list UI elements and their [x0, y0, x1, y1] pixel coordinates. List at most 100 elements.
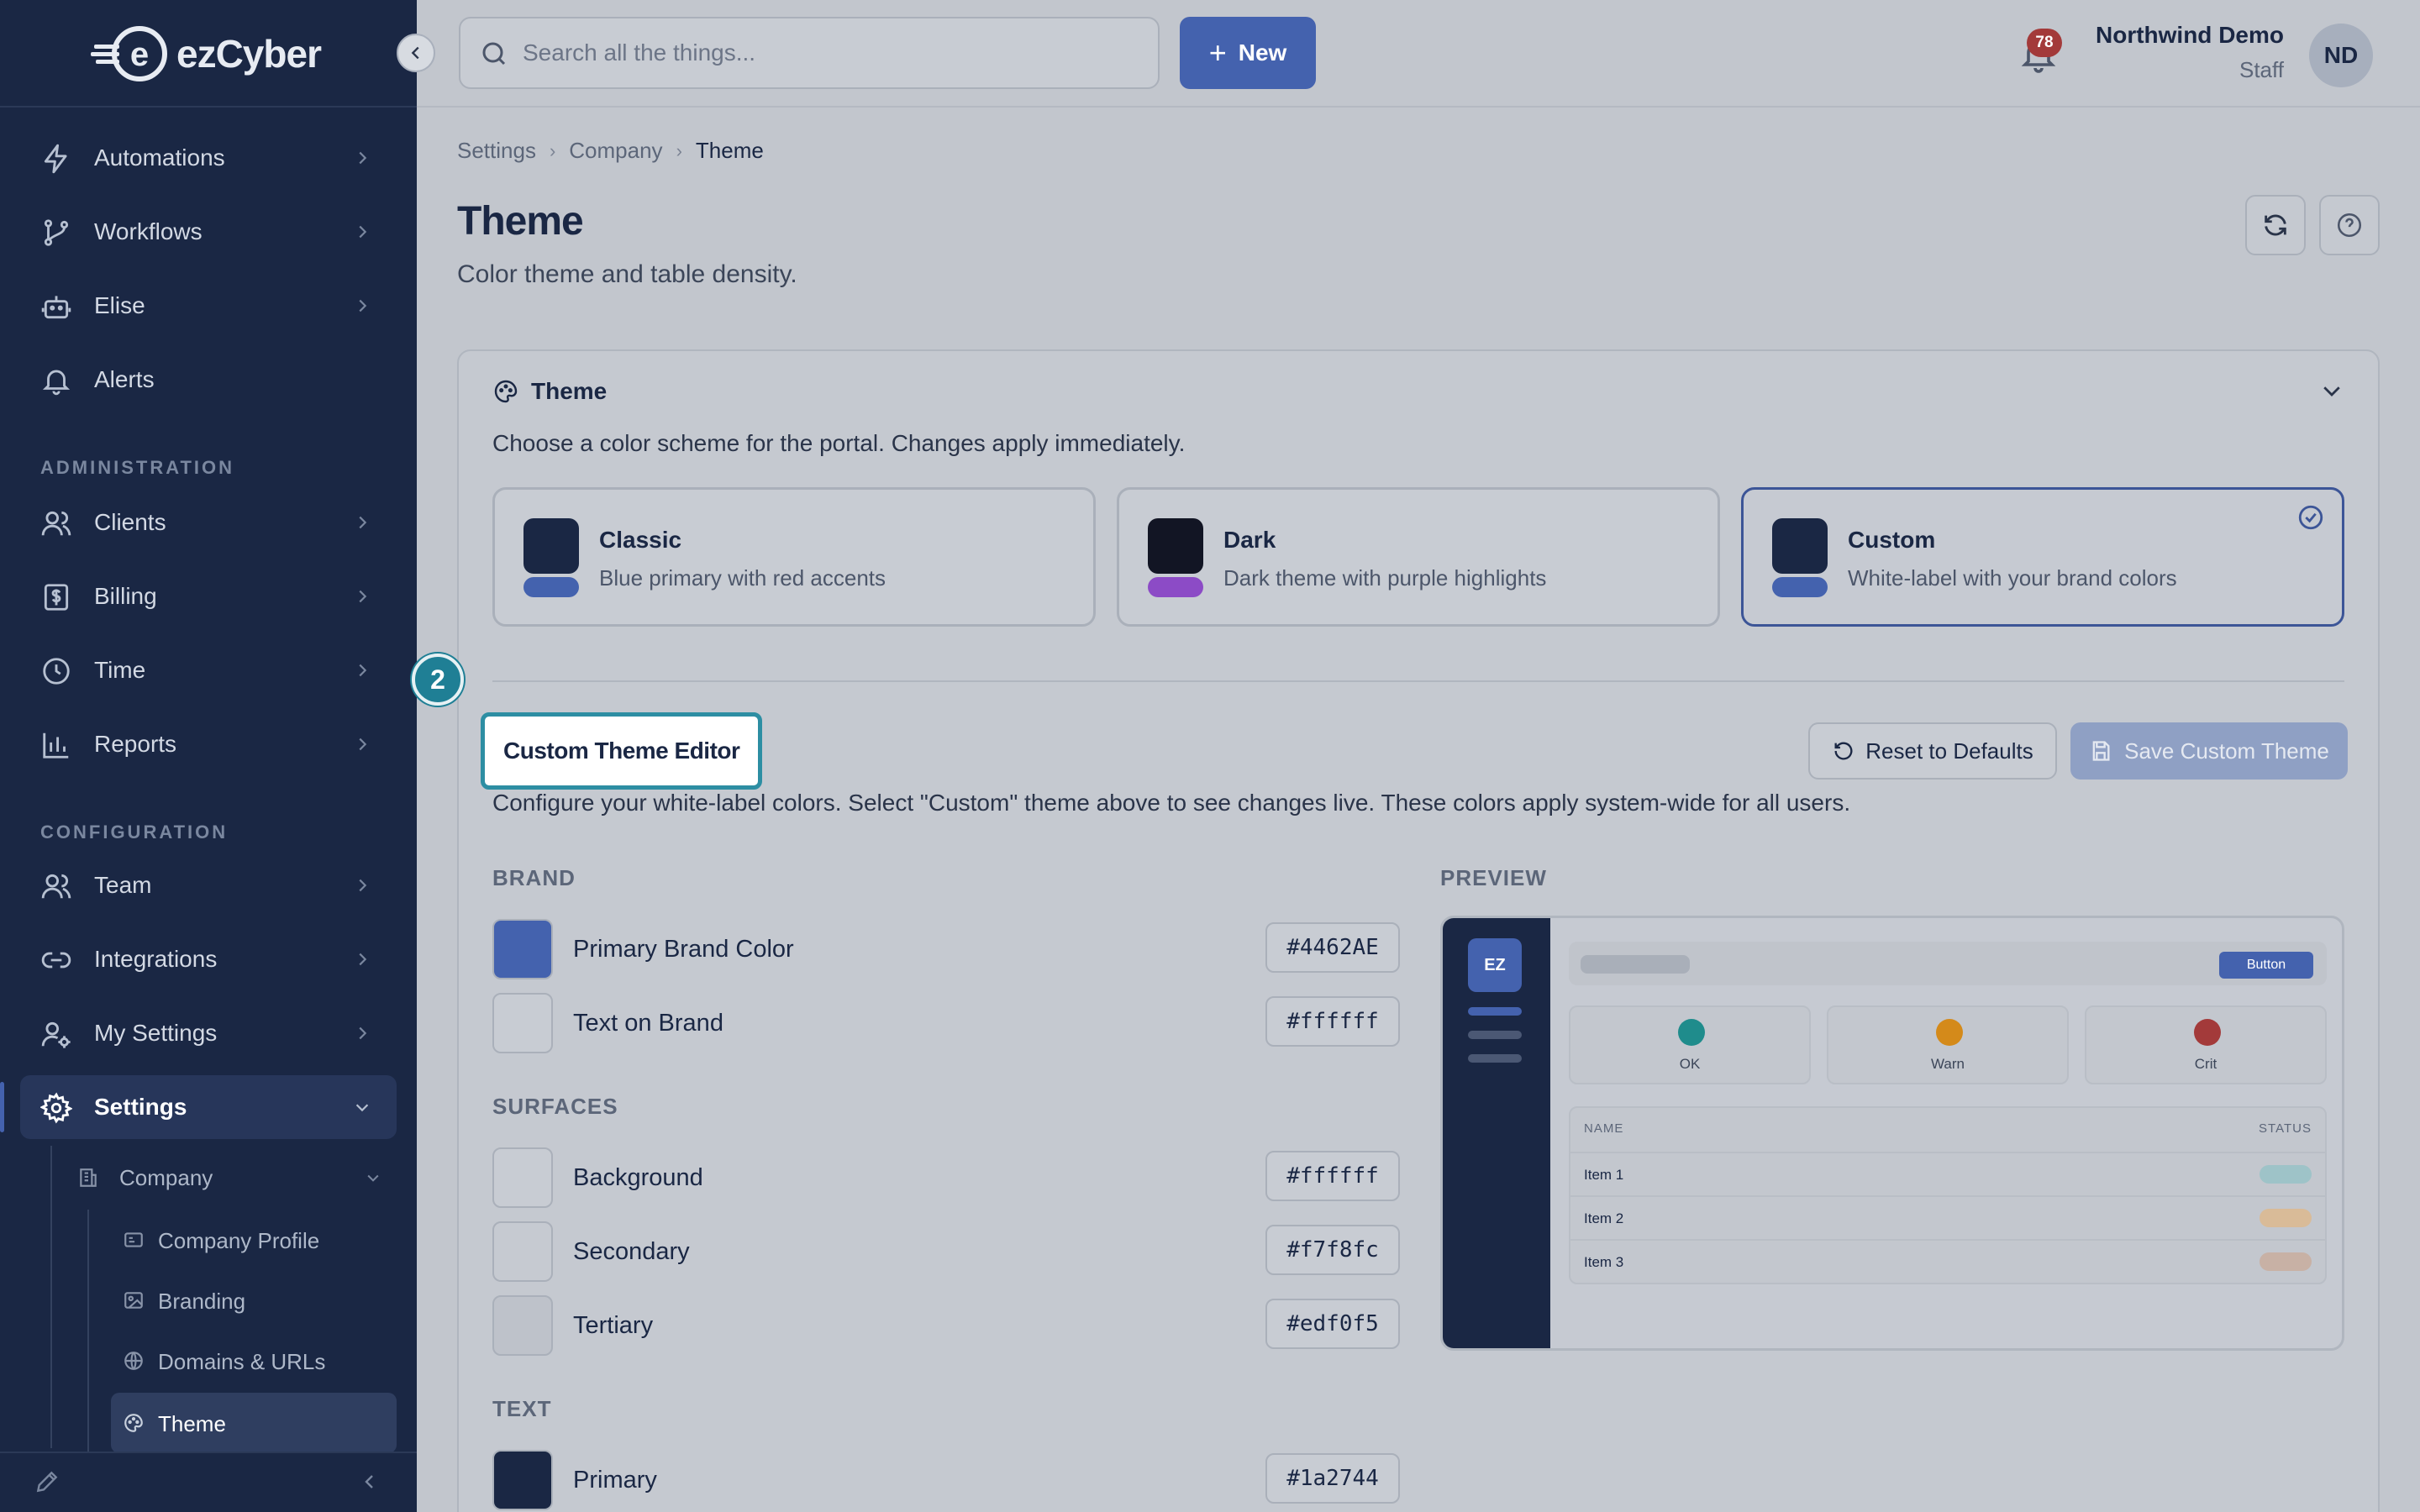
color-hex-input[interactable]: #edf0f5	[1265, 1299, 1400, 1349]
card-divider	[492, 680, 2344, 682]
chevron-right-icon	[359, 590, 367, 603]
color-row-background: Background #ffffff	[492, 1146, 1400, 1210]
search-input[interactable]	[523, 18, 1144, 87]
breadcrumb: Settings › Company › Theme	[457, 138, 764, 164]
color-swatch[interactable]	[492, 1295, 553, 1356]
color-swatch[interactable]	[492, 1147, 553, 1208]
theme-settings-card: Theme Choose a color scheme for the port…	[457, 349, 2380, 1512]
preview-row-name: Item 1	[1584, 1167, 1624, 1183]
bell-icon	[42, 370, 71, 396]
search-box[interactable]	[459, 17, 1160, 89]
sidebar-item-elise[interactable]: Elise	[20, 274, 397, 338]
pencil-icon[interactable]	[34, 1468, 60, 1495]
sidebar-item-label: Settings	[94, 1094, 187, 1120]
user-gear-icon	[41, 1021, 71, 1048]
color-swatch[interactable]	[492, 1450, 553, 1510]
reset-to-defaults-button[interactable]: Reset to Defaults	[1808, 722, 2057, 780]
color-hex-input[interactable]: #ffffff	[1265, 996, 1400, 1047]
save-custom-theme-button[interactable]: Save Custom Theme	[2070, 722, 2348, 780]
table-row: Item 2	[1570, 1195, 2325, 1239]
sidebar-item-my-settings[interactable]: My Settings	[20, 1001, 397, 1065]
preview-nav-line	[1468, 1054, 1522, 1063]
color-swatch[interactable]	[492, 919, 553, 979]
palette-icon	[124, 1414, 143, 1432]
color-hex-input[interactable]: #ffffff	[1265, 1151, 1400, 1201]
sidebar-subitem-company[interactable]: Company	[60, 1152, 397, 1203]
color-swatch[interactable]	[492, 993, 553, 1053]
sidebar: e ezCyber Automations Workflows Elise Al…	[0, 0, 417, 1512]
preview-stat-label: Warn	[1931, 1056, 1965, 1072]
new-button-label: New	[1238, 39, 1287, 66]
theme-swatch-main	[1148, 518, 1203, 574]
color-swatch[interactable]	[492, 1221, 553, 1282]
preview-stat-warn: Warn	[1827, 1005, 2069, 1084]
sidebar-collapse-button[interactable]	[397, 34, 435, 72]
sidebar-item-automations[interactable]: Automations	[20, 126, 397, 190]
dollar-icon	[44, 584, 69, 611]
chevron-right-icon	[359, 1026, 367, 1040]
help-button[interactable]	[2319, 195, 2380, 255]
search-icon	[482, 42, 506, 66]
sidebar-item-label: Reports	[94, 731, 177, 757]
chevron-left-icon[interactable]	[360, 1472, 380, 1492]
sidebar-subitem-company-profile[interactable]: Company Profile	[111, 1216, 397, 1263]
chevron-down-icon[interactable]	[2319, 378, 2344, 403]
sidebar-item-workflows[interactable]: Workflows	[20, 200, 397, 264]
theme-option-dark[interactable]: Dark Dark theme with purple highlights	[1117, 487, 1720, 627]
sidebar-subitem-theme[interactable]: Theme	[111, 1393, 397, 1453]
card-header[interactable]: Theme	[492, 378, 607, 405]
sidebar-subitem-label: Company Profile	[158, 1228, 320, 1253]
sidebar-subitem-branding[interactable]: Branding	[111, 1277, 397, 1324]
chevron-left-icon	[411, 46, 419, 60]
color-hex-input[interactable]: #4462AE	[1265, 922, 1400, 973]
sidebar-footer	[0, 1452, 417, 1512]
sidebar-item-billing[interactable]: Billing	[20, 564, 397, 628]
globe-icon	[124, 1352, 143, 1370]
sidebar-item-integrations[interactable]: Integrations	[20, 927, 397, 991]
color-label: Tertiary	[573, 1312, 654, 1339]
table-row: Item 3	[1570, 1239, 2325, 1283]
color-hex-input[interactable]: #1a2744	[1265, 1453, 1400, 1504]
tree-line	[87, 1210, 89, 1453]
new-button[interactable]: + New	[1180, 17, 1316, 89]
bar-chart-icon	[43, 732, 69, 759]
color-label: Secondary	[573, 1238, 690, 1265]
breadcrumb-settings[interactable]: Settings	[457, 138, 536, 164]
group-label-surfaces: SURFACES	[492, 1094, 618, 1119]
breadcrumb-company[interactable]: Company	[569, 138, 662, 164]
editor-description: Configure your white-label colors. Selec…	[492, 790, 1851, 816]
notification-count-badge: 78	[2027, 29, 2062, 57]
sidebar-item-label: Elise	[94, 292, 145, 318]
chevron-right-icon	[359, 953, 367, 966]
color-label: Text on Brand	[573, 1010, 723, 1037]
preview-nav-line	[1468, 1007, 1522, 1016]
sidebar-item-clients[interactable]: Clients	[20, 491, 397, 554]
sidebar-item-settings[interactable]: Settings	[0, 1075, 397, 1139]
sidebar-item-reports[interactable]: Reports	[20, 712, 397, 776]
custom-theme-editor-title: Custom Theme Editor	[481, 712, 763, 790]
theme-option-desc: White-label with your brand colors	[1848, 565, 2177, 591]
user-role: Staff	[2238, 57, 2284, 82]
app-logo[interactable]: e ezCyber	[91, 22, 322, 86]
users-icon	[41, 511, 71, 536]
user-name[interactable]: Northwind Demo	[2096, 22, 2284, 49]
sidebar-item-team[interactable]: Team	[20, 853, 397, 917]
building-icon	[80, 1168, 97, 1187]
avatar[interactable]: ND	[2309, 24, 2373, 87]
color-hex-input[interactable]: #f7f8fc	[1265, 1225, 1400, 1275]
sidebar-item-label: Time	[94, 657, 146, 683]
theme-option-classic[interactable]: Classic Blue primary with red accents	[492, 487, 1096, 627]
page-subtitle: Color theme and table density.	[457, 260, 797, 288]
refresh-button[interactable]	[2245, 195, 2306, 255]
sidebar-subitem-domains[interactable]: Domains & URLs	[111, 1337, 397, 1384]
sidebar-item-label: Team	[94, 872, 152, 898]
lightning-icon	[44, 144, 67, 174]
group-label-text: TEXT	[492, 1396, 552, 1421]
breadcrumb-theme: Theme	[695, 138, 764, 163]
sidebar-item-time[interactable]: Time	[20, 638, 397, 702]
sidebar-item-alerts[interactable]: Alerts	[20, 348, 397, 412]
sidebar-section-administration: ADMINISTRATION	[40, 457, 235, 478]
theme-option-custom[interactable]: Custom White-label with your brand color…	[1741, 487, 2344, 627]
palette-icon	[494, 380, 518, 403]
help-icon	[2337, 213, 2362, 238]
